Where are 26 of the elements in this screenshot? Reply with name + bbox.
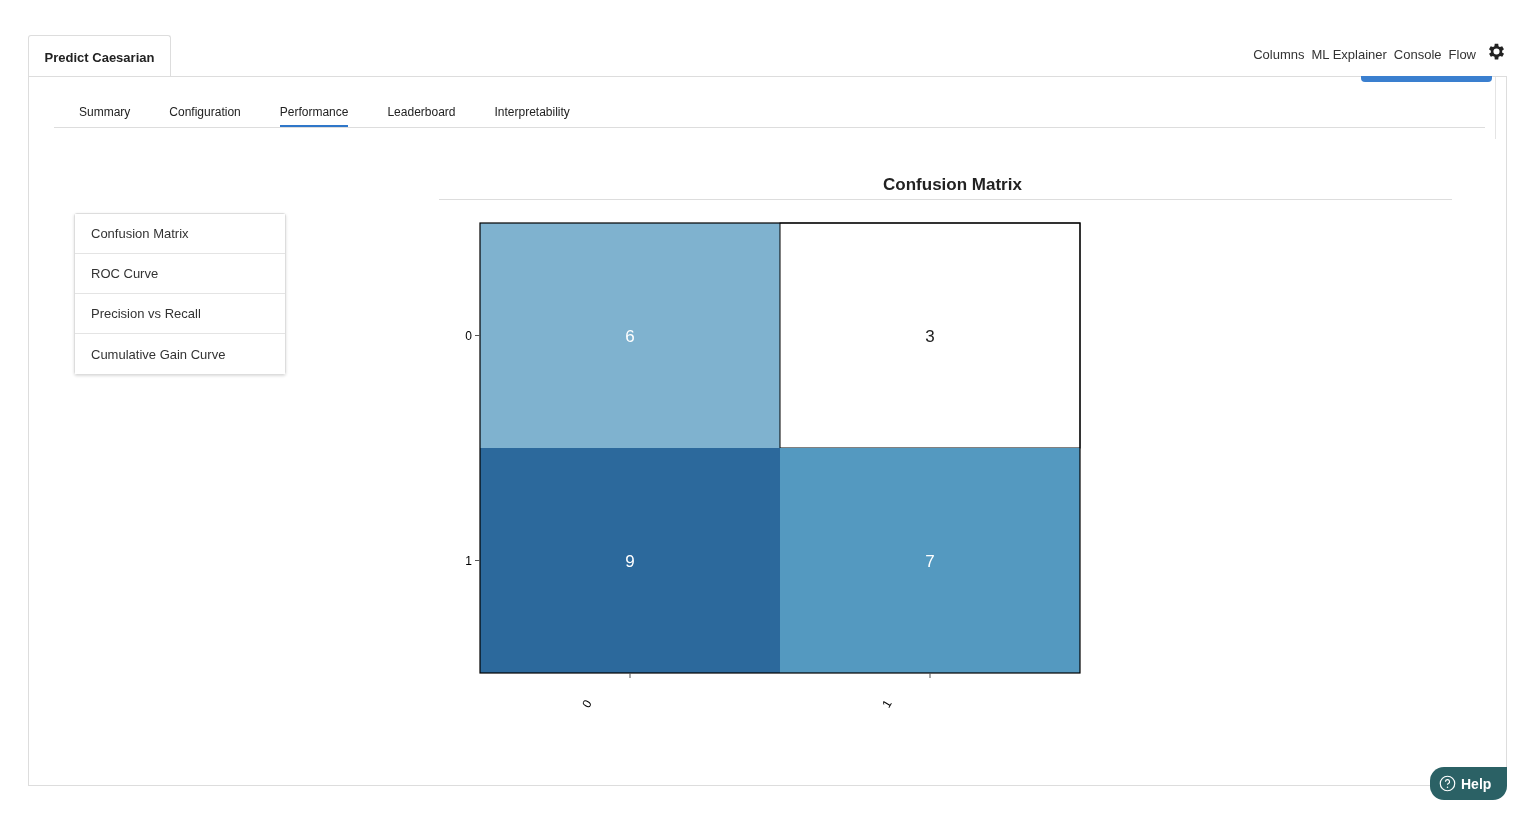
sidebar-item[interactable]: Confusion Matrix xyxy=(75,214,285,254)
axis-label: 1 xyxy=(465,553,472,568)
sidebar-item[interactable]: Cumulative Gain Curve xyxy=(75,334,285,374)
nav-link[interactable]: Columns xyxy=(1253,47,1305,62)
tab[interactable]: Interpretability xyxy=(494,105,570,127)
sidebar-item[interactable]: Precision vs Recall xyxy=(75,294,285,334)
chart-title: Confusion Matrix xyxy=(883,175,1022,196)
cell-value: 9 xyxy=(625,551,635,571)
cell-value: 7 xyxy=(925,551,935,571)
tab[interactable]: Leaderboard xyxy=(387,105,456,127)
nav-link[interactable]: Flow xyxy=(1448,47,1476,62)
help-button[interactable]: Help xyxy=(1430,767,1507,800)
tab[interactable]: Configuration xyxy=(169,105,241,127)
sidebar-item[interactable]: ROC Curve xyxy=(75,254,285,294)
settings-icon[interactable] xyxy=(1486,41,1507,62)
cell-value: 6 xyxy=(625,326,635,346)
cell-value: 3 xyxy=(925,326,935,346)
help-icon xyxy=(1439,775,1456,792)
tab[interactable]: Performance xyxy=(279,105,349,127)
axis-label: 0 xyxy=(465,328,472,343)
nav-link[interactable]: ML Explainer xyxy=(1311,47,1387,62)
title-tab[interactable]: Predict Caesarian xyxy=(28,35,171,77)
tab[interactable]: Summary xyxy=(79,105,131,127)
axis-label: 1 xyxy=(879,697,895,711)
axis-label: 0 xyxy=(579,697,595,711)
nav-link[interactable]: Console xyxy=(1393,47,1442,62)
